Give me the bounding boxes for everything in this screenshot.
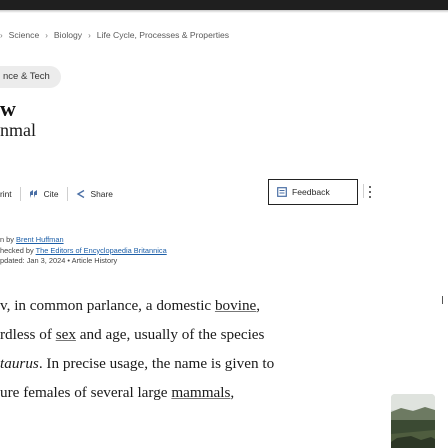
- more-icon[interactable]: [368, 186, 372, 198]
- mammals-link[interactable]: mammals: [171, 384, 230, 401]
- share-icon: [76, 189, 84, 199]
- feedback-button[interactable]: Feedback: [268, 179, 358, 205]
- body-line: ure females of several large mammals,: [0, 384, 235, 401]
- print-label: rint: [0, 189, 12, 199]
- breadcrumb: › Science › Biology › Life Cycle, Proces…: [0, 28, 229, 42]
- cite-label: Cite: [43, 189, 59, 199]
- fact-checked-line: hecked by The Editors of Encyclopaedia B…: [0, 246, 167, 257]
- image-edge-mark: [442, 296, 443, 304]
- cite-button[interactable]: Cite: [21, 182, 67, 206]
- breadcrumb-item-biology[interactable]: Biology: [54, 30, 82, 40]
- article-meta: n by Brent Huffman hecked by The Editors…: [0, 235, 167, 267]
- breadcrumb-item-life-cycle[interactable]: Life Cycle, Processes & Properties: [97, 30, 229, 40]
- landscape-thumbnail: [391, 394, 435, 448]
- share-label: Share: [90, 189, 113, 199]
- author-prefix: n by: [0, 235, 14, 244]
- author-link[interactable]: Brent Huffman: [16, 235, 64, 244]
- article-body: v, in common parlance, a domestic bovine…: [0, 291, 360, 407]
- history-separator: •: [67, 256, 70, 265]
- chevron-right-icon: ›: [45, 30, 48, 40]
- body-line: taurus. In precise usage, the name is gi…: [0, 355, 275, 372]
- top-navigation-bar: [0, 0, 448, 10]
- feedback-label: Feedback: [292, 187, 330, 197]
- page-subtitle: nmal: [0, 120, 36, 140]
- updated-date: pdated: Jan 3, 2024: [0, 256, 66, 265]
- page-title: w: [0, 96, 16, 121]
- topbar-shadow: [0, 10, 448, 13]
- print-button[interactable]: rint: [0, 182, 20, 206]
- sex-link[interactable]: sex: [56, 326, 76, 343]
- checked-prefix: hecked by: [0, 245, 34, 255]
- article-toolbar: rint Cite Share: [0, 182, 121, 206]
- author-line: n by Brent Huffman: [0, 235, 167, 246]
- category-pill[interactable]: nce & Tech: [0, 66, 61, 88]
- updated-line: pdated: Jan 3, 2024 • Article History: [0, 256, 167, 267]
- body-line: rdless of sex and age, usually of the sp…: [0, 326, 265, 343]
- breadcrumb-item-science[interactable]: Science: [9, 30, 40, 40]
- editors-link[interactable]: The Editors of Encyclopaedia Britannica: [36, 246, 167, 255]
- share-button[interactable]: Share: [68, 182, 121, 206]
- chevron-right-icon: ›: [88, 30, 91, 40]
- article-history-link[interactable]: Article History: [72, 256, 118, 265]
- feedback-icon: [277, 187, 287, 197]
- bovine-link[interactable]: bovine: [215, 297, 256, 314]
- article-thumbnail-image[interactable]: [391, 394, 435, 448]
- chevron-right-icon: ›: [0, 30, 3, 40]
- cite-icon: [29, 190, 37, 198]
- toolbar-divider: [363, 184, 364, 198]
- category-label: nce & Tech: [3, 71, 50, 82]
- body-line: v, in common parlance, a domestic bovine…: [0, 297, 261, 314]
